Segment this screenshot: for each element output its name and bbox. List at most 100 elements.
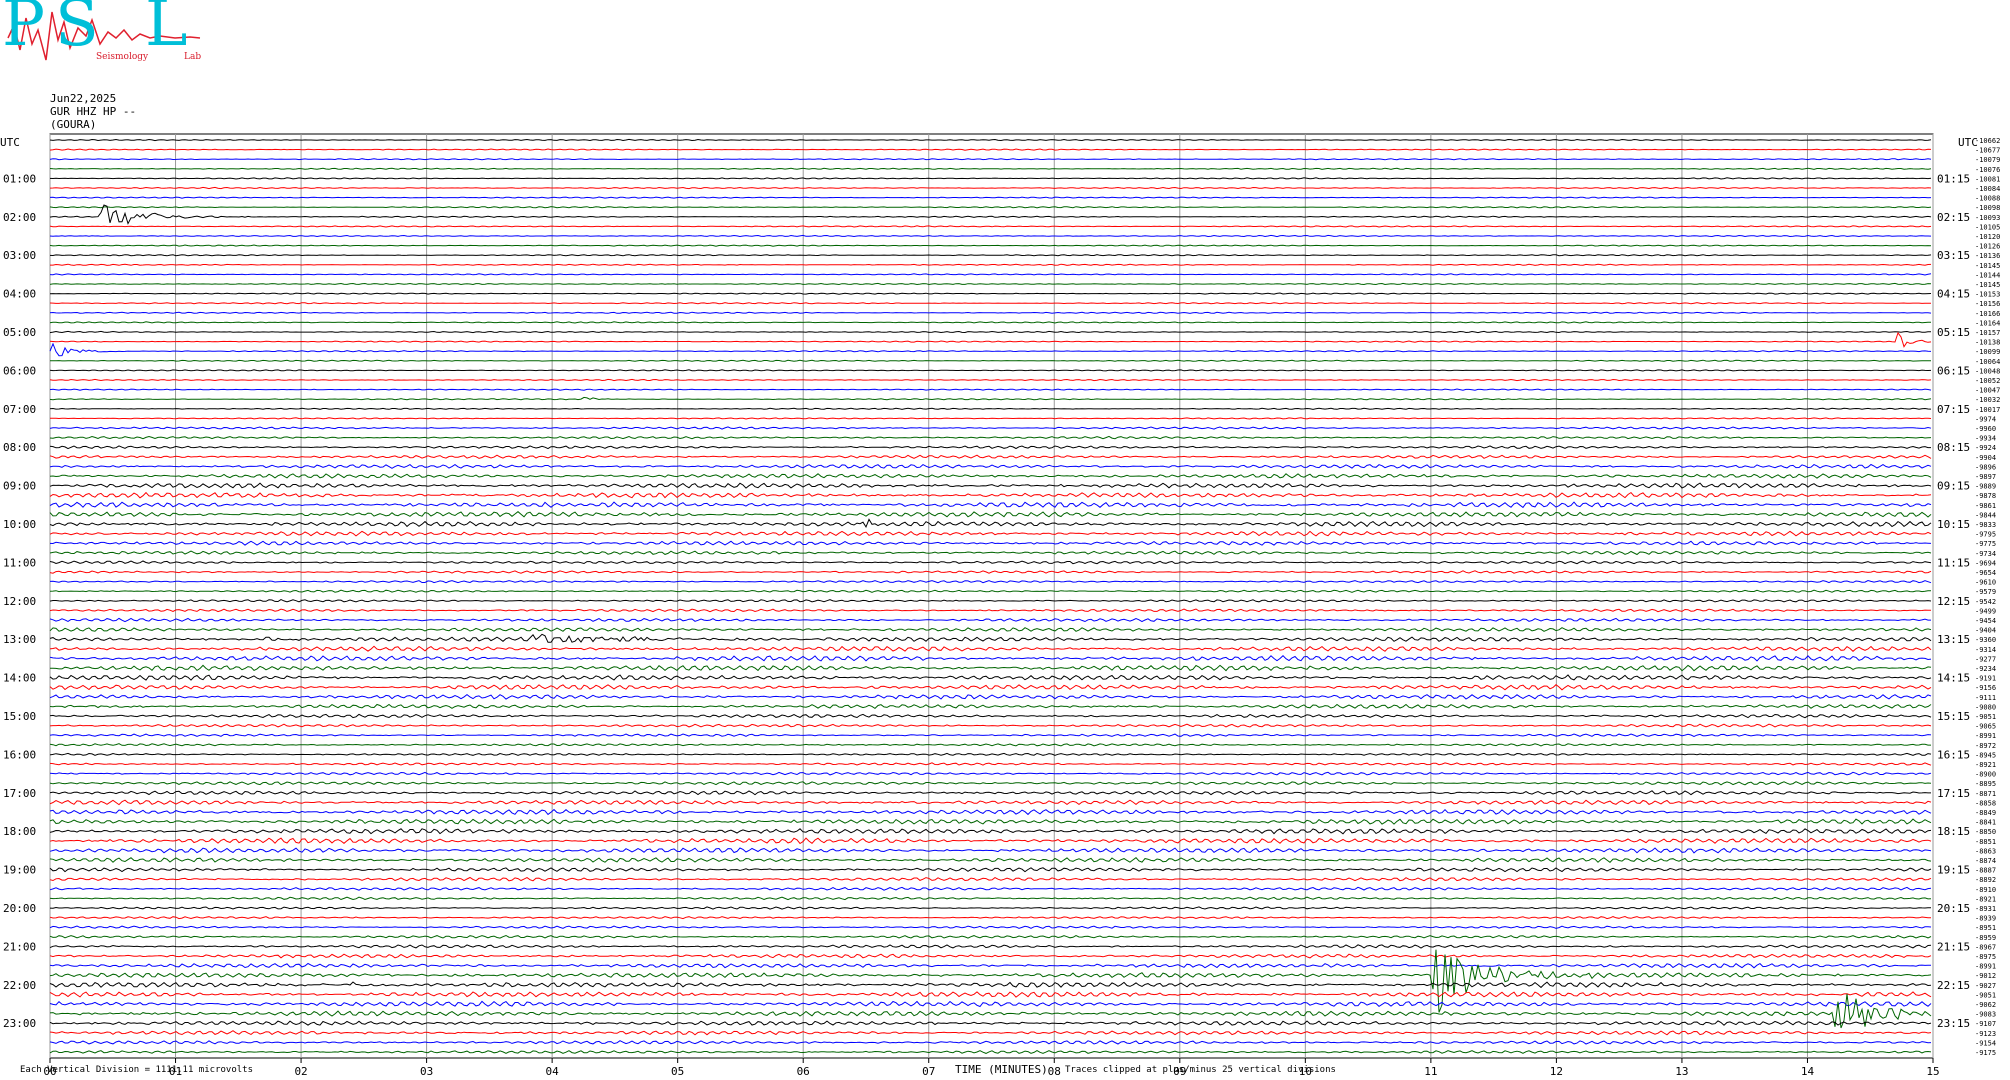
trace-offset-label: -9694: [1975, 559, 1996, 567]
hour-label-right: 14:15: [1937, 672, 1970, 685]
seismic-trace: [49, 435, 1932, 440]
hour-label-right: 15:15: [1937, 710, 1970, 723]
hour-label-left: 08:00: [3, 441, 36, 454]
seismic-trace: [49, 627, 1932, 632]
trace-offset-label: -9154: [1975, 1039, 1996, 1047]
trace-offset-label: -8900: [1975, 771, 1996, 779]
seismic-trace: [49, 177, 1932, 180]
trace-offset-label: -10120: [1975, 233, 2000, 241]
seismic-trace: [49, 953, 1932, 959]
hour-label-left: 09:00: [3, 480, 36, 493]
seismic-trace: [49, 703, 1932, 710]
hour-label-right: 03:15: [1937, 249, 1970, 262]
trace-offset-label: -10064: [1975, 358, 2000, 366]
seismic-trace: [49, 378, 1932, 382]
x-tick-label: 05: [671, 1065, 684, 1078]
seismic-trace: [49, 693, 1932, 700]
trace-offset-label: -9579: [1975, 588, 1996, 596]
hour-label-left: 02:00: [3, 211, 36, 224]
seismic-trace: [49, 981, 1932, 989]
trace-offset-label: -8959: [1975, 934, 1996, 942]
seismic-trace: [49, 148, 1932, 151]
seismic-trace: [49, 633, 1932, 643]
trace-offset-label: -8850: [1975, 828, 1996, 836]
trace-offset-label: -10166: [1975, 310, 2000, 318]
helicorder-plot: 00 01 02 03 04 05 06 07 08 09 10 11 12 13 14 15-10662-1…: [3, 133, 2000, 1078]
trace-offset-label: -9734: [1975, 550, 1996, 558]
seismic-trace: [49, 949, 1932, 1013]
seismic-trace: [49, 799, 1932, 806]
trace-offset-label: -10144: [1975, 271, 2000, 279]
hour-label-right: 08:15: [1937, 441, 1970, 454]
hour-label-left: 17:00: [3, 787, 36, 800]
x-tick-label: 14: [1801, 1065, 1815, 1078]
trace-offset-label: -9107: [1975, 1020, 1996, 1028]
plot-frame: [49, 133, 1934, 1059]
seismic-trace: [49, 396, 1932, 401]
seismic-trace: [49, 158, 1932, 161]
hour-label-right: 17:15: [1937, 787, 1970, 800]
seismic-trace: [49, 991, 1932, 998]
hour-label-left: 10:00: [3, 518, 36, 531]
seismic-trace: [49, 962, 1932, 969]
trace-offset-label: -8863: [1975, 847, 1996, 855]
hour-label-right: 16:15: [1937, 748, 1970, 761]
hour-label-right: 22:15: [1937, 979, 1970, 992]
trace-offset-label: -10032: [1975, 396, 2000, 404]
seismic-trace: [49, 934, 1932, 939]
hour-label-left: 11:00: [3, 556, 36, 569]
seismic-trace: [50, 664, 1932, 672]
seismic-trace: [49, 342, 1932, 357]
trace-offset-label: -10157: [1975, 329, 2000, 337]
seismic-trace: [49, 1000, 1932, 1008]
trace-offset-label: -10048: [1975, 367, 2000, 375]
hour-label-right: 06:15: [1937, 364, 1970, 377]
hour-label-left: 16:00: [3, 748, 36, 761]
trace-offset-label: -9844: [1975, 511, 1996, 519]
seismic-trace: [49, 196, 1932, 199]
trace-offset-label: -8945: [1975, 751, 1996, 759]
hour-label-left: 03:00: [3, 249, 36, 262]
x-tick-label: 03: [420, 1065, 433, 1078]
seismic-trace: [49, 473, 1932, 479]
trace-offset-label: -9897: [1975, 473, 1996, 481]
trace-offset-label: -10076: [1975, 166, 2000, 174]
hour-label-left: 01:00: [3, 172, 36, 185]
hour-label-right: 10:15: [1937, 518, 1970, 531]
trace-offset-label: -10153: [1975, 291, 2000, 299]
trace-offset-label: -10093: [1975, 214, 2000, 222]
seismic-trace: [49, 1040, 1932, 1045]
x-tick-label: 08: [1048, 1065, 1061, 1078]
seismic-trace: [49, 599, 1932, 603]
hour-label-right: 23:15: [1937, 1017, 1970, 1030]
trace-offset-label: -8895: [1975, 780, 1996, 788]
seismic-trace: [49, 244, 1932, 247]
seismic-trace: [49, 847, 1932, 854]
seismic-trace: [49, 518, 1932, 528]
hour-label-left: 18:00: [3, 825, 36, 838]
trace-offset-label: -9889: [1975, 483, 1996, 491]
seismic-trace: [49, 808, 1932, 816]
seismic-trace: [49, 762, 1932, 766]
seismic-trace: [49, 1020, 1932, 1026]
seismic-trace: [49, 426, 1932, 430]
seismic-trace: [49, 292, 1932, 295]
trace-offset-label: -8892: [1975, 876, 1996, 884]
seismic-trace: [49, 674, 1932, 681]
seismic-trace: [49, 167, 1932, 170]
trace-offset-label: -9610: [1975, 579, 1996, 587]
x-tick-label: 13: [1675, 1065, 1688, 1078]
trace-offset-label: -9924: [1975, 444, 1996, 452]
seismic-trace: [49, 906, 1932, 910]
seismic-trace: [49, 752, 1932, 756]
trace-offset-label: -8871: [1975, 790, 1996, 798]
trace-offset-label: -10098: [1975, 204, 2000, 212]
hour-label-right: 12:15: [1937, 595, 1970, 608]
clipping-note: Traces clipped at plus/minus 25 vertical…: [1065, 1065, 1336, 1075]
seismic-trace: [49, 138, 1932, 142]
trace-offset-label: -10047: [1975, 387, 2000, 395]
trace-offset-label: -9934: [1975, 435, 1996, 443]
trace-offset-label: -8991: [1975, 732, 1996, 740]
trace-offset-label: -9027: [1975, 982, 1996, 990]
seismic-trace: [49, 733, 1932, 737]
